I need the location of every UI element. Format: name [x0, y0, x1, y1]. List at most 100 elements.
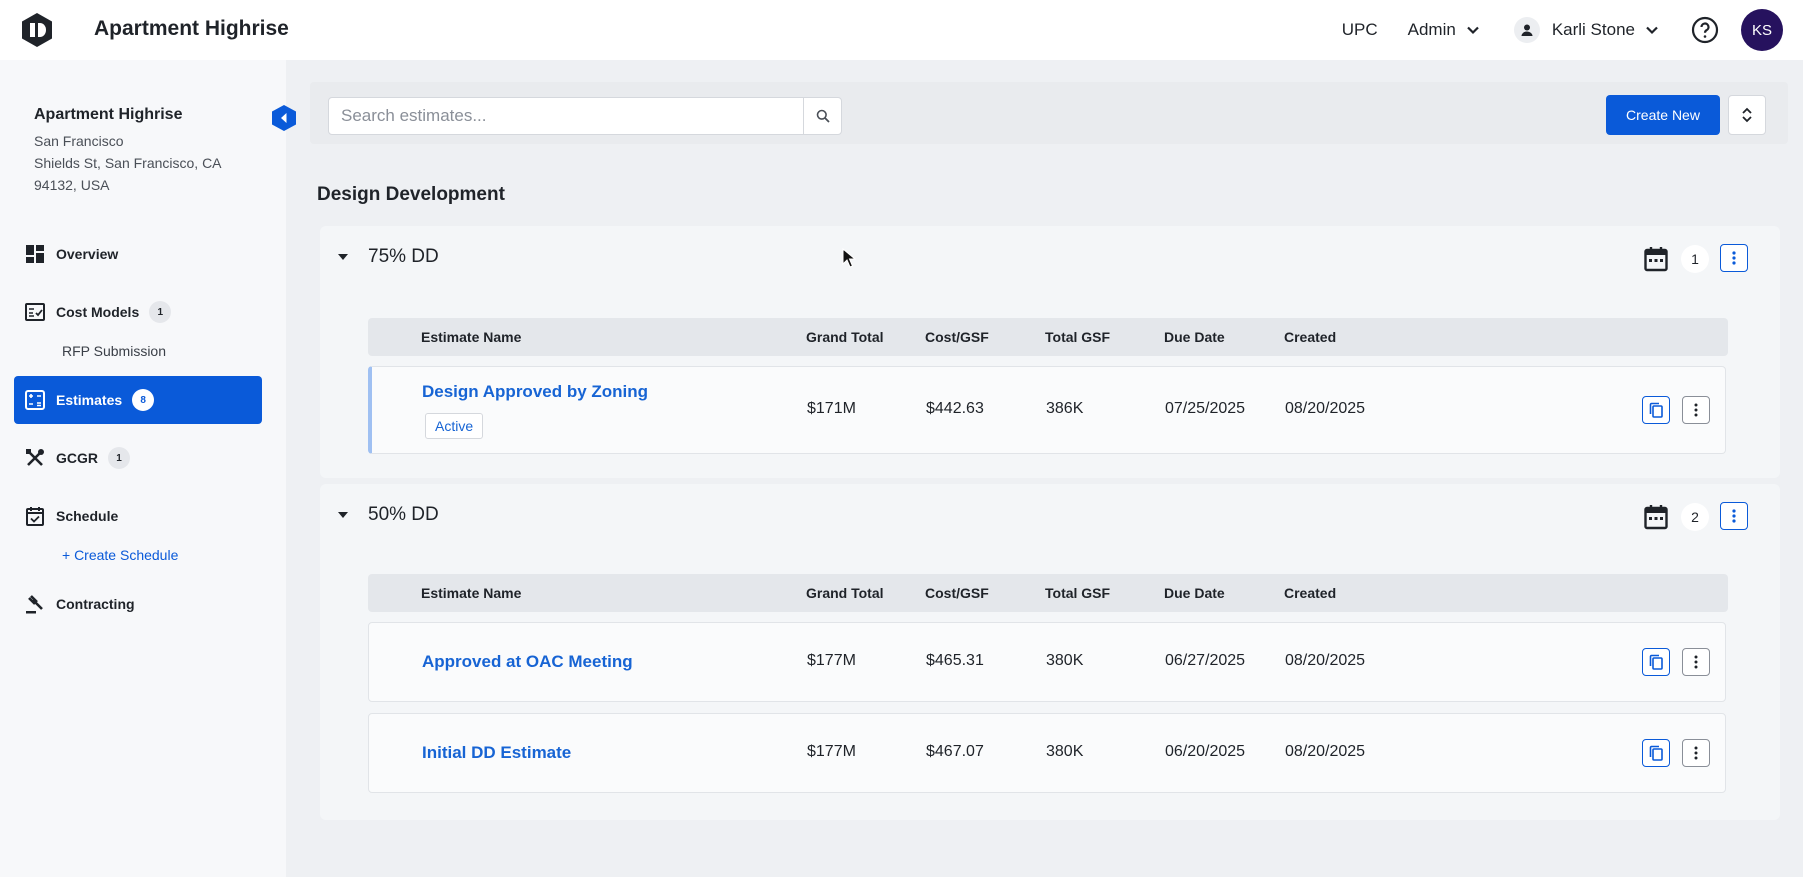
column-header-grand-total[interactable]: Grand Total	[806, 329, 884, 345]
user-name: Karli Stone	[1551, 20, 1635, 39]
upc-link[interactable]: UPC	[1342, 20, 1378, 40]
calendar-icon[interactable]	[1644, 504, 1668, 530]
row-menu-button[interactable]	[1682, 739, 1710, 767]
create-schedule-link[interactable]: + Create Schedule	[14, 540, 262, 570]
group-name: 75% DD	[368, 246, 439, 267]
sidebar-item-label: GCGR	[56, 450, 98, 466]
user-menu[interactable]: Karli Stone	[1513, 17, 1659, 43]
help-icon[interactable]	[1691, 16, 1719, 44]
group-menu-button[interactable]	[1720, 502, 1748, 530]
more-vertical-icon	[1694, 655, 1698, 669]
more-vertical-icon	[1732, 251, 1736, 265]
column-header-grand-total[interactable]: Grand Total	[806, 585, 884, 601]
count-badge: 1	[108, 447, 130, 469]
column-header-estimate-name[interactable]: Estimate Name	[421, 585, 521, 601]
total-gsf: 386K	[1046, 400, 1084, 417]
top-bar: Apartment Highrise UPC Admin Karli Stone…	[0, 0, 1803, 60]
created-date: 08/20/2025	[1285, 400, 1366, 417]
count-badge: 8	[132, 389, 155, 411]
app-title: Apartment Highrise	[94, 17, 289, 40]
estimate-name-link[interactable]: Approved at OAC Meeting	[422, 652, 633, 672]
column-header-total-gsf[interactable]: Total GSF	[1045, 329, 1110, 345]
grand-total: $177M	[807, 652, 856, 669]
sidebar: Apartment Highrise San Francisco Shields…	[0, 60, 296, 877]
cost-gsf: $467.07	[926, 743, 984, 760]
column-header-due-date[interactable]: Due Date	[1164, 329, 1225, 345]
calendar-check-icon	[24, 505, 46, 527]
row-menu-button[interactable]	[1682, 648, 1710, 676]
admin-label: Admin	[1407, 20, 1456, 39]
estimate-group: 75% DD 1 Estimate Name Grand Total Cost/…	[320, 226, 1780, 478]
more-vertical-icon	[1694, 746, 1698, 760]
search-input[interactable]	[341, 98, 781, 134]
sidebar-item-estimates[interactable]: Estimates 8	[14, 376, 262, 424]
project-address-line: 94132, USA	[34, 177, 110, 193]
admin-menu[interactable]: Admin	[1408, 20, 1480, 40]
copy-button[interactable]	[1642, 648, 1670, 676]
project-info: Apartment Highrise San Francisco Shields…	[34, 106, 222, 196]
sidebar-item-label: Schedule	[56, 508, 119, 524]
table-row[interactable]: Approved at OAC Meeting $177M $465.31 38…	[368, 622, 1726, 702]
toolbar: Create New	[310, 82, 1788, 144]
sidebar-item-schedule[interactable]: Schedule	[14, 492, 262, 540]
column-header-cost-gsf[interactable]: Cost/GSF	[925, 329, 989, 345]
copy-button[interactable]	[1642, 396, 1670, 424]
copy-icon	[1649, 402, 1663, 418]
sidebar-item-overview[interactable]: Overview	[14, 230, 262, 278]
sidebar-item-label: Overview	[56, 246, 119, 262]
collapse-sidebar-icon[interactable]	[270, 104, 298, 132]
grand-total: $177M	[807, 743, 856, 760]
caret-down-icon[interactable]	[338, 254, 348, 260]
due-date: 06/20/2025	[1165, 743, 1246, 760]
caret-down-icon[interactable]	[338, 512, 348, 518]
more-vertical-icon	[1732, 509, 1736, 523]
group-header[interactable]: 50% DD 2	[320, 484, 1780, 550]
column-header-cost-gsf[interactable]: Cost/GSF	[925, 585, 989, 601]
group-header[interactable]: 75% DD 1	[320, 226, 1780, 292]
due-date: 07/25/2025	[1165, 400, 1246, 417]
project-address-line: San Francisco	[34, 133, 124, 149]
column-header-due-date[interactable]: Due Date	[1164, 585, 1225, 601]
chevron-down-icon	[1646, 26, 1658, 35]
sidebar-item-contracting[interactable]: Contracting	[14, 580, 262, 628]
calendar-icon[interactable]	[1644, 246, 1668, 272]
sidebar-subitem-rfp-submission[interactable]: RFP Submission	[14, 336, 262, 366]
project-address-line: Shields St, San Francisco, CA	[34, 155, 222, 171]
search-icon	[816, 109, 830, 123]
table-row[interactable]: Design Approved by Zoning Active $171M $…	[368, 366, 1726, 454]
column-header-created[interactable]: Created	[1284, 585, 1336, 601]
created-date: 08/20/2025	[1285, 652, 1366, 669]
total-gsf: 380K	[1046, 652, 1084, 669]
estimate-group: 50% DD 2 Estimate Name Grand Total Cost/…	[320, 484, 1780, 820]
search-box	[328, 97, 842, 135]
column-header-created[interactable]: Created	[1284, 329, 1336, 345]
sidebar-item-gcgr[interactable]: GCGR 1	[14, 434, 262, 482]
estimate-name-link[interactable]: Initial DD Estimate	[422, 743, 571, 763]
sidebar-item-label: Estimates	[56, 392, 123, 408]
column-header-total-gsf[interactable]: Total GSF	[1045, 585, 1110, 601]
group-menu-button[interactable]	[1720, 244, 1748, 272]
dashboard-icon	[24, 243, 46, 265]
table-row[interactable]: Initial DD Estimate $177M $467.07 380K 0…	[368, 713, 1726, 793]
table-header: Estimate Name Grand Total Cost/GSF Total…	[368, 318, 1728, 356]
group-name: 50% DD	[368, 504, 439, 525]
row-menu-button[interactable]	[1682, 396, 1710, 424]
grand-total: $171M	[807, 400, 856, 417]
sidebar-item-cost-models[interactable]: Cost Models 1	[14, 288, 262, 336]
gavel-icon	[24, 593, 46, 615]
cost-gsf: $465.31	[926, 652, 984, 669]
total-gsf: 380K	[1046, 743, 1084, 760]
created-date: 08/20/2025	[1285, 743, 1366, 760]
copy-button[interactable]	[1642, 739, 1670, 767]
estimate-name-link[interactable]: Design Approved by Zoning	[422, 382, 648, 402]
sidebar-item-label: Cost Models	[56, 304, 140, 320]
sort-button[interactable]	[1728, 95, 1766, 135]
column-header-estimate-name[interactable]: Estimate Name	[421, 329, 521, 345]
chevron-down-icon	[1467, 26, 1479, 35]
project-name: Apartment Highrise	[34, 106, 183, 123]
group-count: 1	[1681, 245, 1709, 273]
create-new-button[interactable]: Create New	[1606, 95, 1720, 135]
search-button[interactable]	[803, 98, 841, 134]
app-logo[interactable]	[20, 12, 54, 48]
avatar[interactable]: KS	[1741, 9, 1783, 51]
